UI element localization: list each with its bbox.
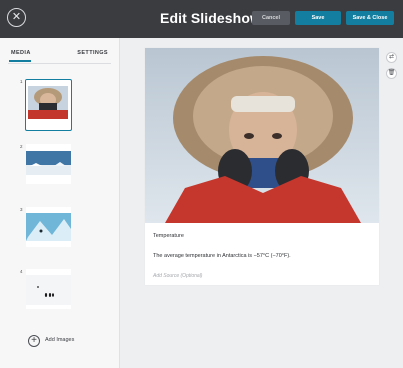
- penguins-thumbnail: [26, 269, 71, 309]
- save-button[interactable]: Save: [295, 11, 341, 25]
- add-images-label: Add Images: [45, 337, 75, 343]
- slide-card: Temperature The average temperature in A…: [145, 48, 379, 285]
- cancel-button[interactable]: Cancel: [252, 11, 290, 25]
- slide-number: 1: [20, 79, 23, 84]
- slide-thumbnail[interactable]: [25, 79, 72, 131]
- media-sidebar: MEDIA SETTINGS 1 2 3 4 + Add Images: [0, 38, 120, 368]
- slide-thumbnail[interactable]: [26, 207, 71, 247]
- top-bar: ✕ Edit Slideshow Cancel Save Save & Clos…: [0, 0, 403, 38]
- close-icon[interactable]: ✕: [7, 8, 26, 27]
- active-tab-indicator: [9, 60, 31, 62]
- tab-settings[interactable]: SETTINGS: [77, 50, 108, 56]
- caption-title[interactable]: Temperature: [153, 233, 184, 239]
- icy-landscape-thumbnail: [26, 144, 71, 184]
- add-source-field[interactable]: Add Source (Optional): [153, 273, 202, 279]
- caption-text[interactable]: The average temperature in Antarctica is…: [153, 253, 291, 259]
- explorer-portrait-photo: [145, 48, 379, 223]
- swap-icon[interactable]: ⇄: [386, 52, 397, 63]
- slide-image[interactable]: [145, 48, 379, 223]
- slide-number: 2: [20, 144, 23, 149]
- save-and-close-button[interactable]: Save & Close: [346, 11, 394, 25]
- trash-icon[interactable]: 🗑: [386, 68, 397, 79]
- slide-number: 3: [20, 207, 23, 212]
- slide-number: 4: [20, 269, 23, 274]
- tab-divider: [8, 63, 111, 64]
- slide-thumbnail[interactable]: [26, 269, 71, 309]
- explorer-portrait-thumbnail: [26, 80, 70, 129]
- tab-media[interactable]: MEDIA: [11, 50, 31, 56]
- plus-icon: +: [28, 335, 40, 347]
- page-title: Edit Slideshow: [160, 10, 261, 26]
- slide-thumbnail[interactable]: [26, 144, 71, 184]
- ice-field-thumbnail: [26, 207, 71, 247]
- slide-editor: Temperature The average temperature in A…: [121, 38, 403, 368]
